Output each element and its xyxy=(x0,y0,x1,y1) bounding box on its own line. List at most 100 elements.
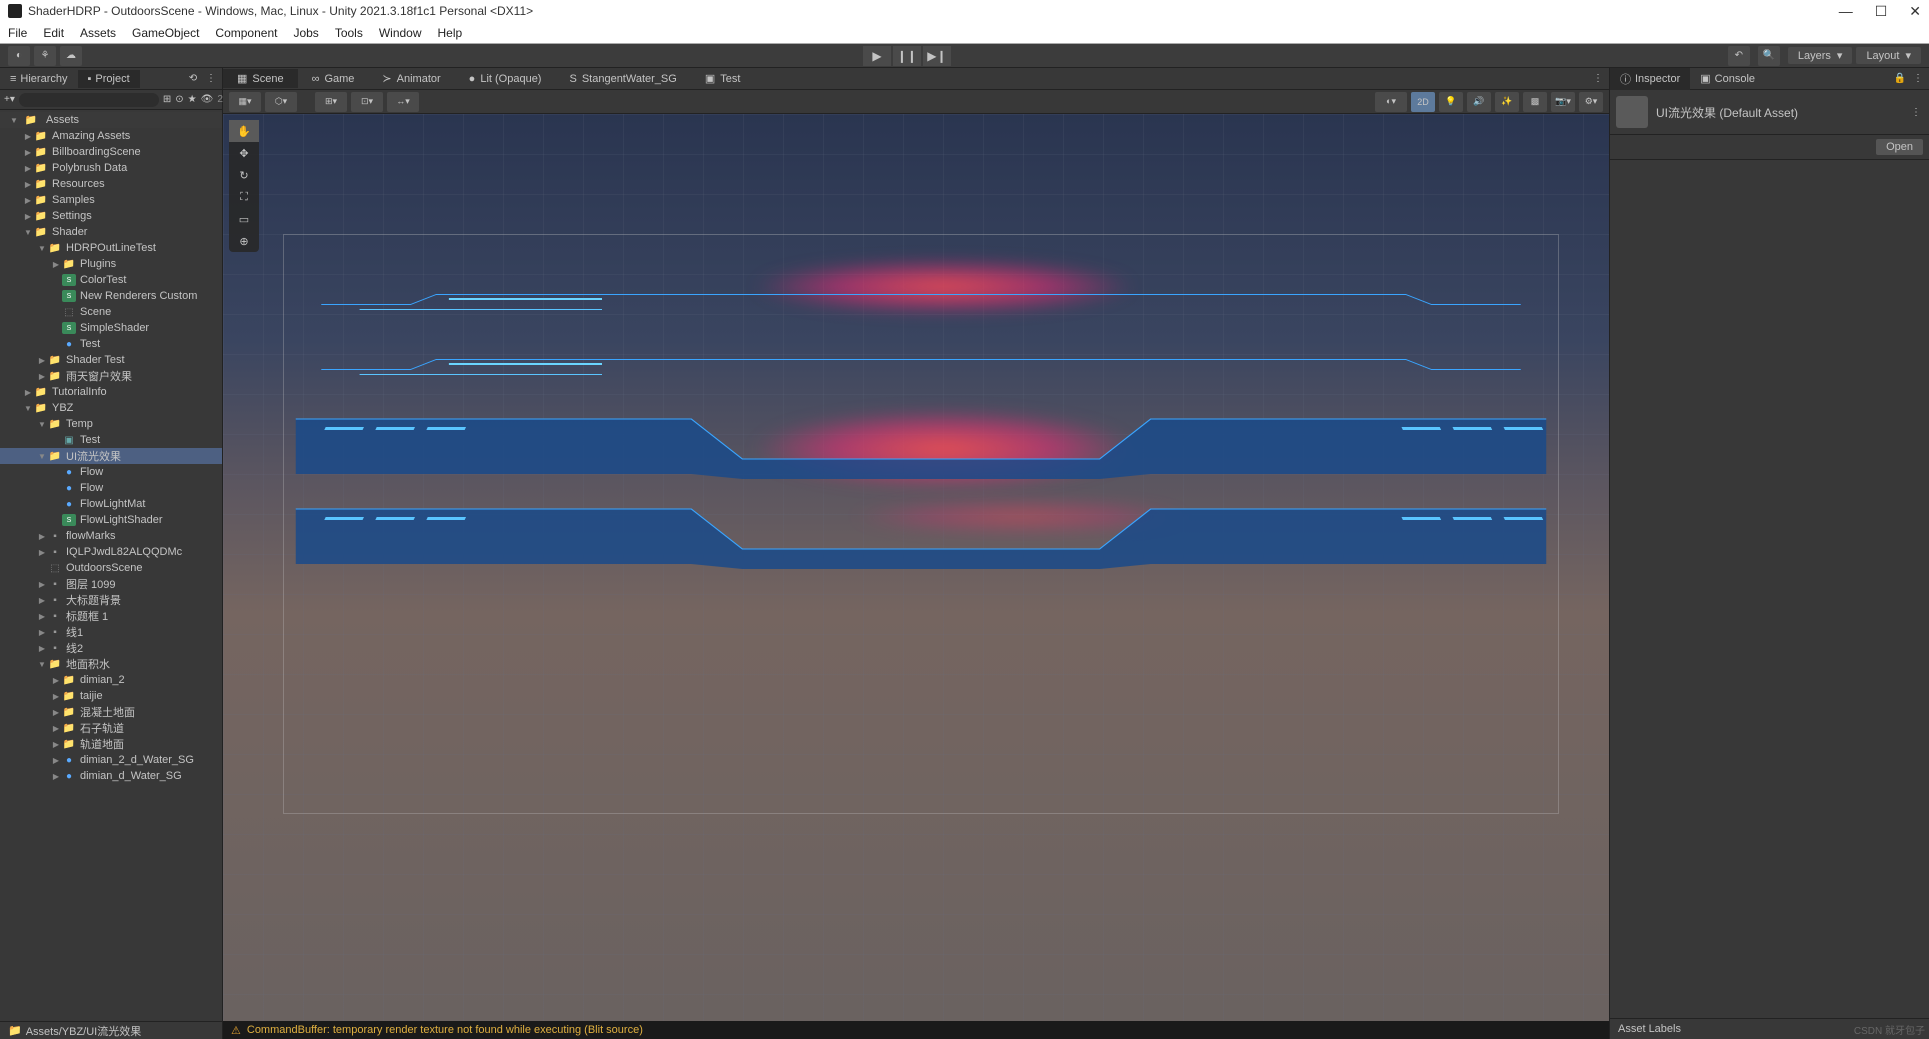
menu-component[interactable]: Component xyxy=(215,26,277,40)
tree-item[interactable]: 📁dimian_2 xyxy=(0,672,222,688)
play-button[interactable]: ▶ xyxy=(863,46,891,66)
inspector-header-menu-icon[interactable]: ⋮ xyxy=(1909,105,1923,119)
account-button[interactable]: ◐ xyxy=(8,46,30,66)
tree-item[interactable]: ▪图层 1099 xyxy=(0,576,222,592)
create-button[interactable]: +▾ xyxy=(4,93,15,107)
tree-item[interactable]: ▪大标题背景 xyxy=(0,592,222,608)
layers-dropdown[interactable]: Layers▾ xyxy=(1788,47,1853,64)
tree-item[interactable]: SFlowLightShader xyxy=(0,512,222,528)
tree-item[interactable]: SSimpleShader xyxy=(0,320,222,336)
breadcrumb[interactable]: 📁 Assets/YBZ/UI流光效果 xyxy=(0,1021,222,1039)
draw-mode-button[interactable]: ▦▾ xyxy=(229,92,261,112)
tree-item[interactable]: 📁UI流光效果 xyxy=(0,448,222,464)
tree-item[interactable]: 📁Temp xyxy=(0,416,222,432)
tree-item[interactable]: ▪IQLPJwdL82ALQQDMc xyxy=(0,544,222,560)
tree-item[interactable]: ●FlowLightMat xyxy=(0,496,222,512)
tree-item[interactable]: 📁石子轨道 xyxy=(0,720,222,736)
pause-button[interactable]: ❙❙ xyxy=(893,46,921,66)
shading-mode-button[interactable]: ⬡▾ xyxy=(265,92,297,112)
tab-lit--opaque-[interactable]: ●Lit (Opaque) xyxy=(455,70,556,88)
tree-item[interactable]: ▪线1 xyxy=(0,624,222,640)
tree-item[interactable]: 📁BillboardingScene xyxy=(0,144,222,160)
search-label-icon[interactable]: ⊙ xyxy=(175,93,183,107)
undo-history-button[interactable]: ↶ xyxy=(1728,46,1750,66)
search-button[interactable]: 🔍 xyxy=(1758,46,1780,66)
hand-tool-button[interactable]: ✋ xyxy=(229,120,259,142)
step-button[interactable]: ▶❙ xyxy=(923,46,951,66)
tree-item[interactable]: 📁YBZ xyxy=(0,400,222,416)
tree-item[interactable]: 📁Shader xyxy=(0,224,222,240)
tree-item[interactable]: SNew Renderers Custom xyxy=(0,288,222,304)
snap-inc-button[interactable]: ⊡▾ xyxy=(351,92,383,112)
tree-item[interactable]: SColorTest xyxy=(0,272,222,288)
menu-jobs[interactable]: Jobs xyxy=(293,26,318,40)
menu-gameobject[interactable]: GameObject xyxy=(132,26,199,40)
search-type-icon[interactable]: ⊞ xyxy=(163,93,171,107)
tree-item[interactable]: ⬚Scene xyxy=(0,304,222,320)
tab-hierarchy[interactable]: ≡Hierarchy xyxy=(0,70,78,88)
gizmos-button[interactable]: ⚙▾ xyxy=(1579,92,1603,112)
scene-view[interactable] xyxy=(223,114,1609,1021)
tab-console[interactable]: ▣Console xyxy=(1690,69,1765,88)
camera-button[interactable]: 📷▾ xyxy=(1551,92,1575,112)
tab-animator[interactable]: ≻Animator xyxy=(368,69,454,88)
fx-button[interactable]: ✨ xyxy=(1495,92,1519,112)
layout-dropdown[interactable]: Layout▾ xyxy=(1856,47,1921,64)
tree-item[interactable]: ●Test xyxy=(0,336,222,352)
console-status-line[interactable]: ⚠ CommandBuffer: temporary render textur… xyxy=(223,1021,1609,1039)
tree-item[interactable]: ●Flow xyxy=(0,480,222,496)
tree-item[interactable]: ⬚OutdoorsScene xyxy=(0,560,222,576)
tree-item[interactable]: 📁Polybrush Data xyxy=(0,160,222,176)
handle-orient-button[interactable]: ↔▾ xyxy=(387,92,419,112)
tree-item[interactable]: 📁轨道地面 xyxy=(0,736,222,752)
rect-tool-button[interactable]: ▭ xyxy=(229,208,259,230)
tab-stangentwater-sg[interactable]: SStangentWater_SG xyxy=(555,70,690,88)
tree-item[interactable]: ●dimian_d_Water_SG xyxy=(0,768,222,784)
minimize-button[interactable]: — xyxy=(1839,3,1853,20)
scene-tab-menu-icon[interactable]: ⋮ xyxy=(1591,72,1605,86)
tree-item[interactable]: 📁混凝土地面 xyxy=(0,704,222,720)
tree-item[interactable]: 📁Samples xyxy=(0,192,222,208)
menu-assets[interactable]: Assets xyxy=(80,26,116,40)
hidden-icon[interactable]: 👁 xyxy=(201,93,214,107)
tree-item[interactable]: 📁HDRPOutLineTest xyxy=(0,240,222,256)
inspector-lock-icon[interactable]: 🔒 xyxy=(1893,72,1907,86)
tree-root[interactable]: 📁Assets xyxy=(0,112,222,128)
tree-item[interactable]: 📁taijie xyxy=(0,688,222,704)
tree-item[interactable]: ▪flowMarks xyxy=(0,528,222,544)
tree-item[interactable]: 📁雨天窗户效果 xyxy=(0,368,222,384)
rotate-tool-button[interactable]: ↻ xyxy=(229,164,259,186)
menu-window[interactable]: Window xyxy=(379,26,422,40)
tree-item[interactable]: 📁Amazing Assets xyxy=(0,128,222,144)
tab-lock-icon[interactable]: ⟲ xyxy=(186,72,200,86)
close-button[interactable]: ✕ xyxy=(1909,3,1921,20)
open-button[interactable]: Open xyxy=(1876,139,1923,155)
menu-tools[interactable]: Tools xyxy=(335,26,363,40)
tab-project[interactable]: ▪Project xyxy=(78,70,140,88)
tab-scene[interactable]: ▦Scene xyxy=(223,69,298,88)
tab-inspector[interactable]: ⓘInspector xyxy=(1610,68,1690,90)
menu-help[interactable]: Help xyxy=(438,26,463,40)
scale-tool-button[interactable]: ⛶ xyxy=(229,186,259,208)
menu-edit[interactable]: Edit xyxy=(43,26,64,40)
tree-item[interactable]: ▪线2 xyxy=(0,640,222,656)
project-search-input[interactable] xyxy=(19,93,159,107)
lighting-button[interactable]: 💡 xyxy=(1439,92,1463,112)
move-tool-button[interactable]: ✥ xyxy=(229,142,259,164)
gizmo-vis-button[interactable]: ▩ xyxy=(1523,92,1547,112)
skybox-button[interactable]: ◐▾ xyxy=(1375,92,1407,112)
2d-toggle-button[interactable]: 2D xyxy=(1411,92,1435,112)
tree-item[interactable]: ▪标题框 1 xyxy=(0,608,222,624)
tree-item[interactable]: 📁Shader Test xyxy=(0,352,222,368)
tree-item[interactable]: ▣Test xyxy=(0,432,222,448)
menu-file[interactable]: File xyxy=(8,26,27,40)
tree-item[interactable]: 📁地面积水 xyxy=(0,656,222,672)
tab-test[interactable]: ▣Test xyxy=(691,69,755,88)
maximize-button[interactable]: ☐ xyxy=(1875,3,1888,20)
services-button[interactable]: ⚘ xyxy=(34,46,56,66)
inspector-menu-icon[interactable]: ⋮ xyxy=(1911,72,1925,86)
cloud-button[interactable]: ☁ xyxy=(60,46,82,66)
tree-item[interactable]: ●Flow xyxy=(0,464,222,480)
tree-item[interactable]: 📁Plugins xyxy=(0,256,222,272)
tree-item[interactable]: 📁Settings xyxy=(0,208,222,224)
